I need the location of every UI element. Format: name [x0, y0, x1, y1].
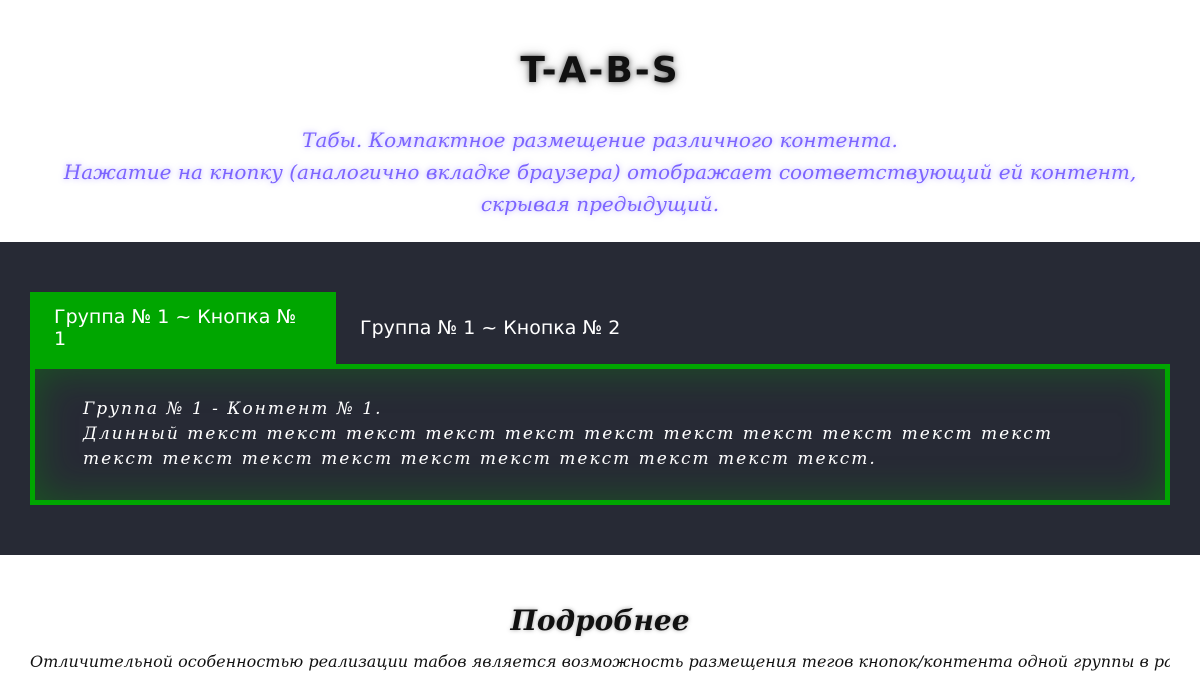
- tab-group1-button1[interactable]: Группа № 1 ~ Кнопка № 1: [30, 292, 336, 364]
- tab-content-body: Длинный текст текст текст текст текст те…: [83, 424, 1053, 469]
- more-section-text: Отличительной особенностью реализации та…: [30, 652, 1170, 671]
- subtitle-line-1: Табы. Компактное размещение различного к…: [302, 128, 898, 152]
- page-title: T-A-B-S: [520, 50, 680, 91]
- tab-bar: Группа № 1 ~ Кнопка № 1 Группа № 1 ~ Кно…: [30, 292, 644, 364]
- tab-group1-button2[interactable]: Группа № 1 ~ Кнопка № 2: [336, 292, 644, 364]
- page-header: T-A-B-S Табы. Компактное размещение разл…: [0, 0, 1200, 242]
- page-subtitle: Табы. Компактное размещение различного к…: [40, 124, 1160, 220]
- tab-content-heading: Группа № 1 - Контент № 1.: [83, 399, 383, 419]
- tabs-section: Группа № 1 ~ Кнопка № 1 Группа № 1 ~ Кно…: [0, 242, 1200, 555]
- tab-content-text: Группа № 1 - Контент № 1. Длинный текст …: [83, 397, 1117, 472]
- tab-content-panel: Группа № 1 - Контент № 1. Длинный текст …: [30, 364, 1170, 505]
- subtitle-line-2: Нажатие на кнопку (аналогично вкладке бр…: [63, 160, 1137, 216]
- more-section-title: Подробнее: [510, 604, 690, 637]
